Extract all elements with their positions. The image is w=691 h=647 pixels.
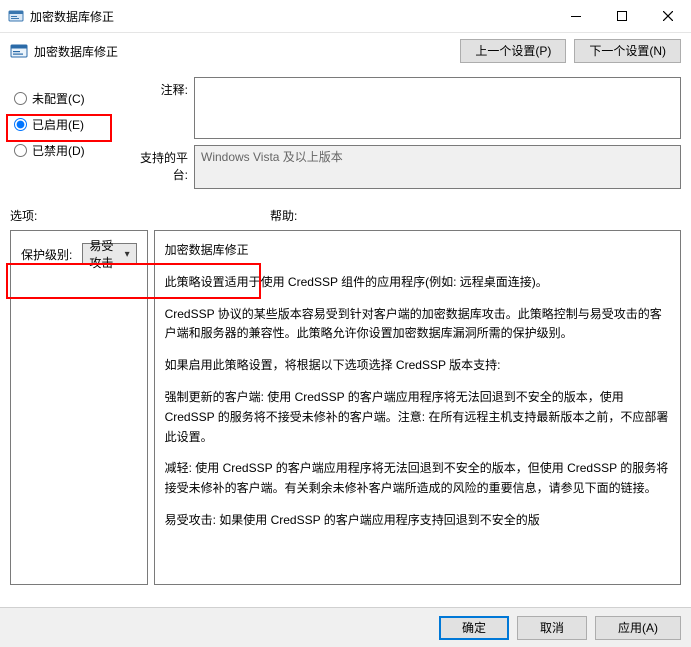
maximize-button[interactable]	[599, 0, 645, 32]
mid-labels: 选项: 帮助:	[0, 189, 691, 230]
chevron-down-icon: ▾	[125, 249, 130, 260]
bottom-button-bar: 确定 取消 应用(A)	[0, 607, 691, 647]
help-title: 加密数据库修正	[165, 241, 670, 261]
minimize-button[interactable]	[553, 0, 599, 32]
help-p3: 如果启用此策略设置，将根据以下选项选择 CredSSP 版本支持:	[165, 356, 670, 376]
radio-enabled[interactable]: 已启用(E)	[10, 111, 128, 137]
help-p2: CredSSP 协议的某些版本容易受到针对客户端的加密数据库攻击。此策略控制与易…	[165, 305, 670, 345]
options-pane: 保护级别: 易受攻击 ▾	[10, 230, 148, 585]
protection-level-row: 保护级别: 易受攻击 ▾	[21, 243, 137, 265]
previous-setting-button[interactable]: 上一个设置(P)	[460, 39, 566, 63]
panes: 保护级别: 易受攻击 ▾ 加密数据库修正 此策略设置适用于使用 CredSSP …	[0, 230, 691, 585]
help-section-label: 帮助:	[268, 207, 681, 224]
comment-label: 注释:	[128, 77, 194, 98]
window-title: 加密数据库修正	[30, 8, 114, 25]
ok-button[interactable]: 确定	[439, 616, 509, 640]
state-radio-group: 未配置(C) 已启用(E) 已禁用(D)	[10, 77, 128, 189]
next-setting-button[interactable]: 下一个设置(N)	[574, 39, 681, 63]
help-p5: 减轻: 使用 CredSSP 的客户端应用程序将无法回退到不安全的版本，但使用 …	[165, 459, 670, 499]
config-area: 未配置(C) 已启用(E) 已禁用(D) 注释: 支持的平台: Windows …	[0, 73, 691, 189]
radio-not-configured[interactable]: 未配置(C)	[10, 85, 128, 111]
options-section-label: 选项:	[10, 207, 268, 224]
help-p4: 强制更新的客户端: 使用 CredSSP 的客户端应用程序将无法回退到不安全的版…	[165, 388, 670, 447]
app-icon	[8, 8, 24, 24]
combo-value: 易受攻击	[89, 237, 124, 271]
policy-icon	[10, 42, 28, 60]
header-title: 加密数据库修正	[34, 43, 118, 60]
comment-textarea[interactable]	[194, 77, 681, 139]
supported-platform-box: Windows Vista 及以上版本	[194, 145, 681, 189]
protection-level-combo[interactable]: 易受攻击 ▾	[82, 243, 136, 265]
header-bar: 加密数据库修正 上一个设置(P) 下一个设置(N)	[0, 32, 691, 73]
radio-disabled[interactable]: 已禁用(D)	[10, 137, 128, 163]
cancel-button[interactable]: 取消	[517, 616, 587, 640]
platform-label: 支持的平台:	[128, 145, 194, 183]
help-p6: 易受攻击: 如果使用 CredSSP 的客户端应用程序支持回退到不安全的版	[165, 511, 670, 531]
close-button[interactable]	[645, 0, 691, 32]
help-p1: 此策略设置适用于使用 CredSSP 组件的应用程序(例如: 远程桌面连接)。	[165, 273, 670, 293]
help-pane: 加密数据库修正 此策略设置适用于使用 CredSSP 组件的应用程序(例如: 远…	[154, 230, 681, 585]
titlebar: 加密数据库修正	[0, 0, 691, 32]
apply-button[interactable]: 应用(A)	[595, 616, 681, 640]
protection-level-label: 保护级别:	[21, 246, 72, 263]
